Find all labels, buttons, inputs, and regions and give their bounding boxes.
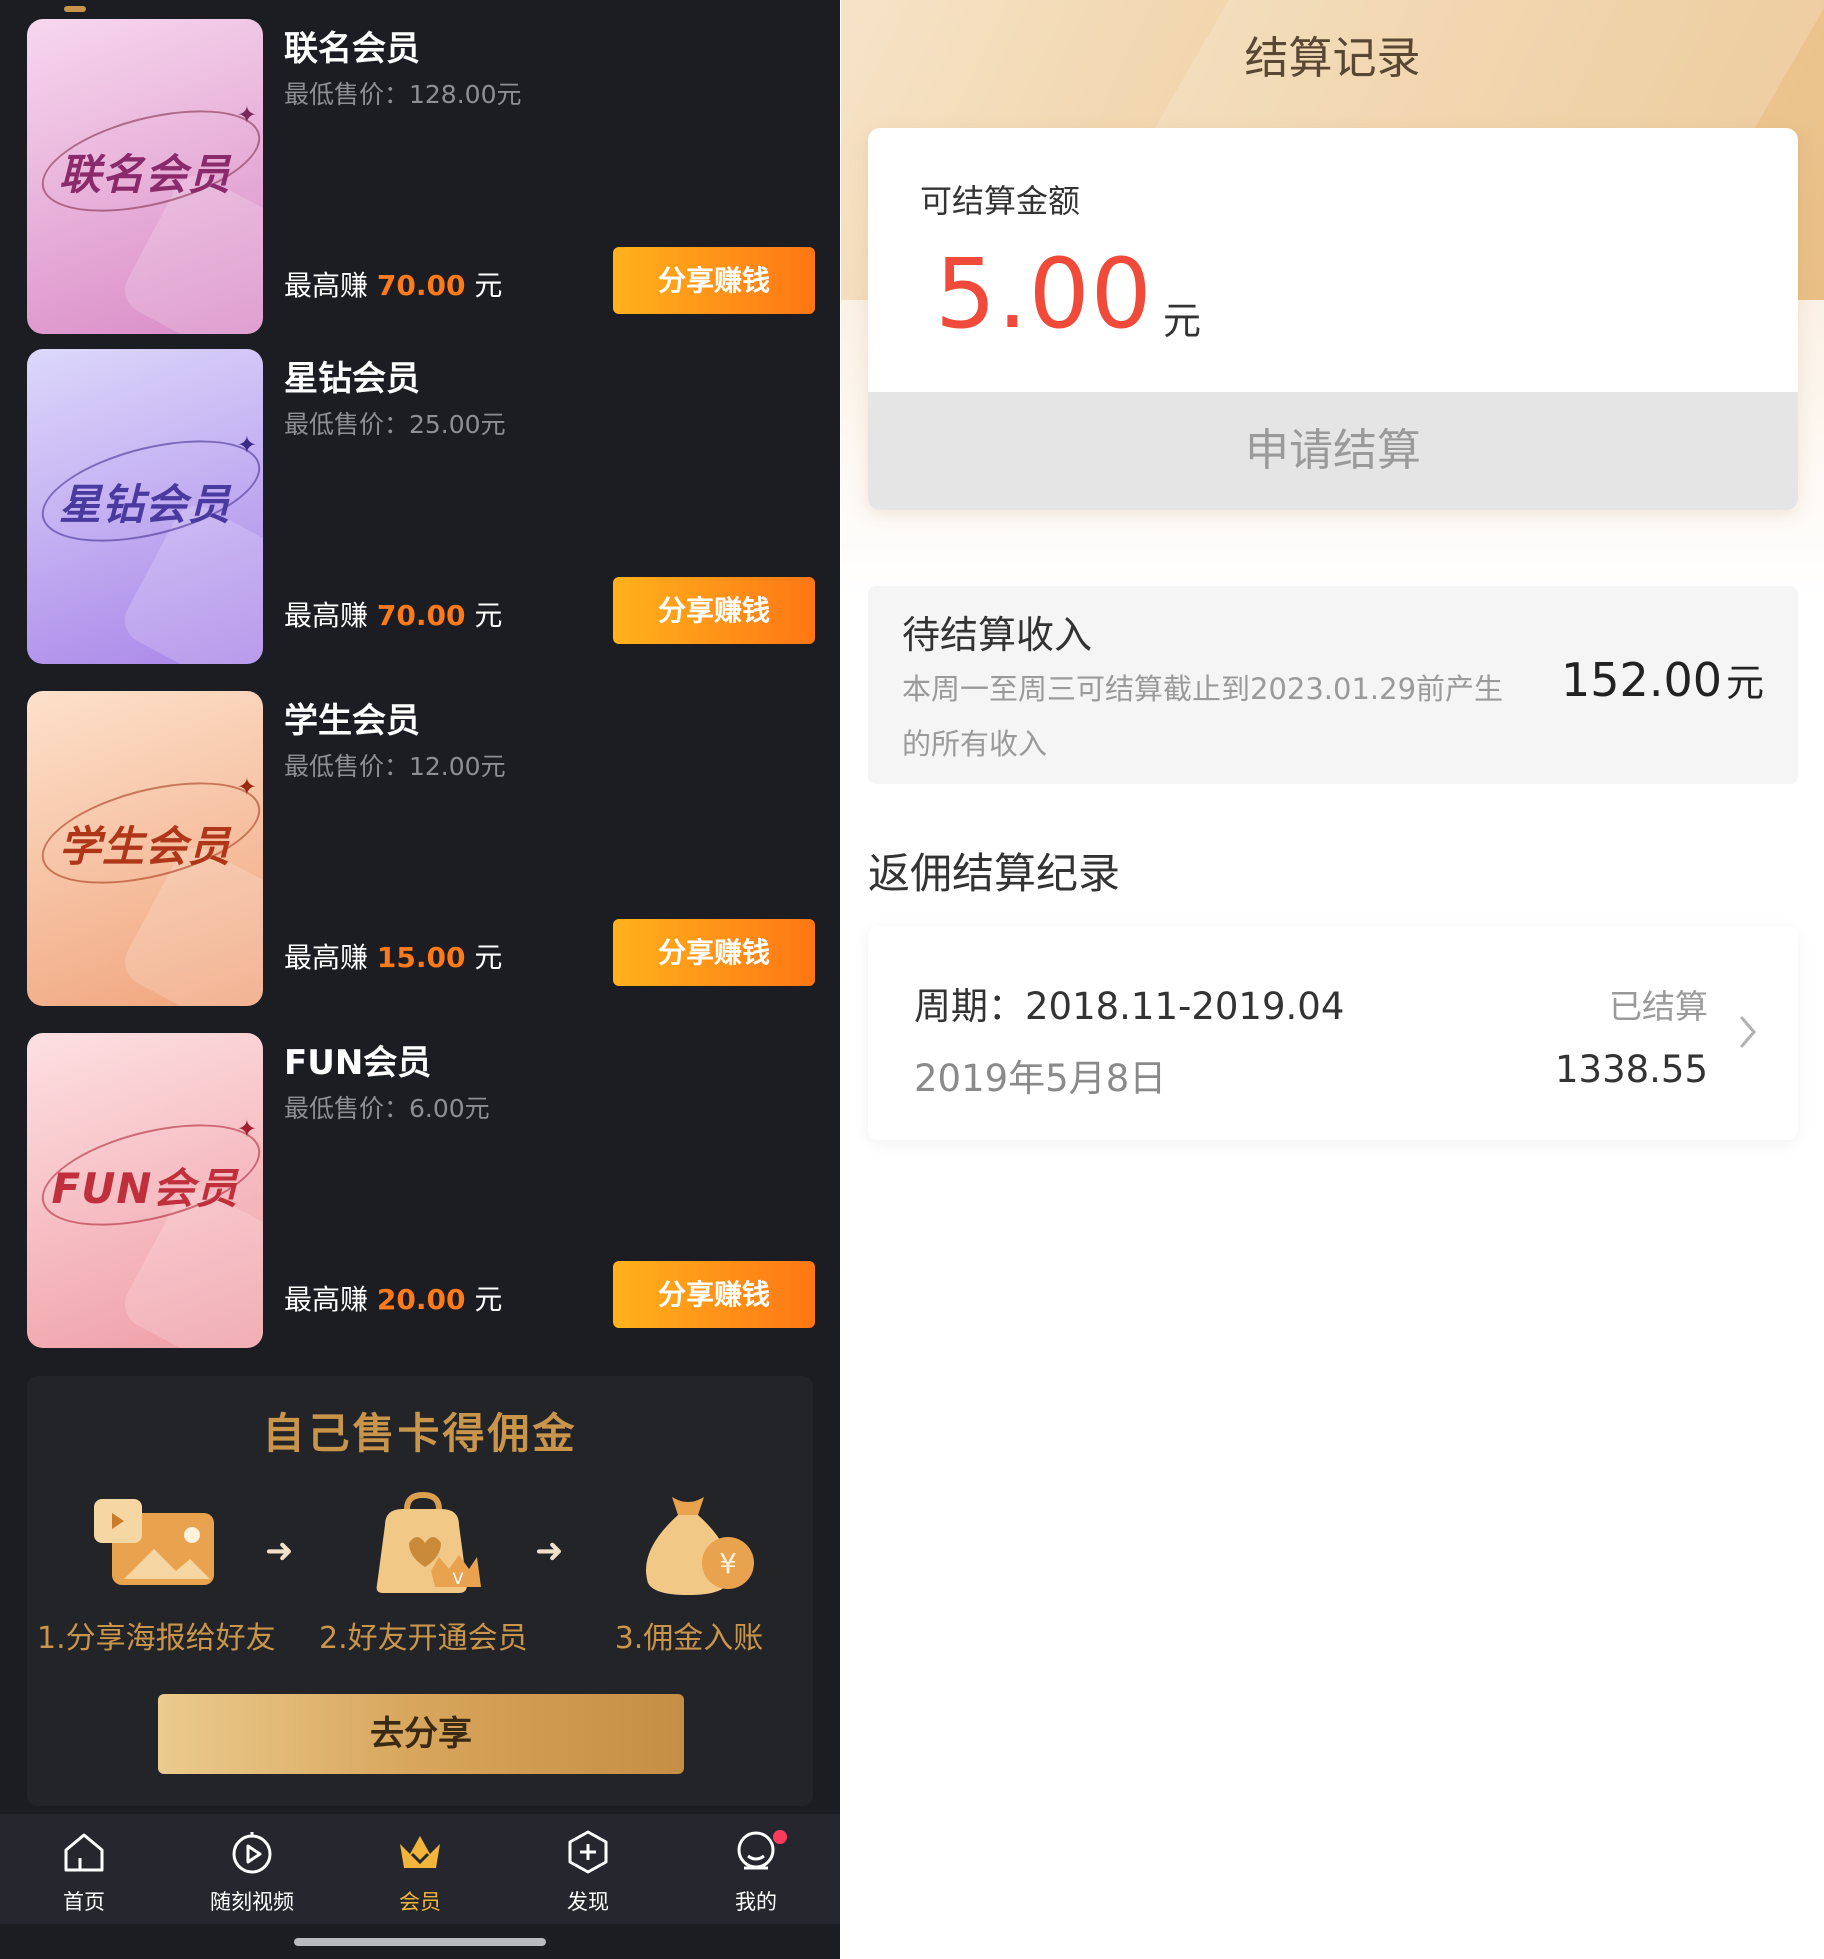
pending-income-card: 待结算收入 本周一至周三可结算截止到2023.01.29前产生的所有收入 152… [868,586,1798,784]
tab-label: 发现 [567,1890,609,1914]
share-earn-button[interactable]: 分享赚钱 [613,577,815,644]
home-indicator[interactable] [294,1938,546,1946]
pending-title: 待结算收入 [902,613,1093,657]
earn-unit: 元 [465,269,503,302]
earn-unit: 元 [465,599,503,632]
member-card-xingzuan: ✦ 星钻会员 星钻会员 最低售价：25.00元 最高赚 70.00 元 分享赚钱 [27,349,815,664]
card-thumbnail: ✦ 联名会员 [27,19,263,334]
go-share-button[interactable]: 去分享 [158,1694,684,1774]
step-label: 3.佣金入账 [614,1621,764,1656]
money-bag-icon: ¥ [646,1497,754,1595]
pending-description: 本周一至周三可结算截止到2023.01.29前产生的所有收入 [902,672,1504,761]
card-name: 联名会员 [284,29,420,69]
member-card-fun: ✦ FUN会员 FUN会员 最低售价：6.00元 最高赚 20.00 元 分享赚… [27,1033,815,1348]
tab-label: 我的 [735,1890,777,1914]
discover-plus-icon [568,1830,608,1874]
notification-dot [773,1830,787,1844]
commission-promo: 自己售卡得佣金 ➜ V ➜ ¥ 1.分享海报给好友 2.好友开通会员 3.佣金入… [27,1376,813,1806]
card-min-price: 最低售价：12.00元 [284,752,506,781]
tab-label: 随刻视频 [210,1890,294,1914]
member-card-lianming: ✦ 联名会员 联名会员 最低售价：128.00元 最高赚 70.00 元 分享赚… [27,19,815,334]
apply-settlement-button[interactable]: 申请结算 [868,392,1798,510]
card-thumbnail: ✦ 学生会员 [27,691,263,1006]
balance-value: 5.00 [935,238,1153,350]
earn-amount: 20.00 [376,1283,466,1316]
share-earn-button[interactable]: 分享赚钱 [613,1261,815,1328]
earn-unit: 元 [465,941,503,974]
arrow-right-icon: ➜ [535,1531,564,1571]
earn-prefix: 最高赚 [284,1283,377,1316]
earn-prefix: 最高赚 [284,599,377,632]
earn-prefix: 最高赚 [284,269,377,302]
record-amount: 1338.55 [1554,1048,1708,1091]
card-max-earn: 最高赚 20.00 元 [284,1278,502,1318]
crown-icon [400,1836,440,1868]
scroll-indicator [64,6,86,12]
step-label: 1.分享海报给好友 [37,1621,276,1656]
chevron-right-icon [1740,1016,1756,1048]
sparkle-icon: ✦ [236,101,257,129]
poster-share-icon [94,1499,214,1585]
card-min-price: 最低售价：128.00元 [284,80,522,109]
thumbnail-title: 联名会员 [58,150,231,199]
page-title: 结算记录 [1244,33,1421,84]
card-name: 学生会员 [284,701,420,741]
earn-amount: 70.00 [376,599,466,632]
card-max-earn: 最高赚 70.00 元 [284,264,502,304]
records-section-title: 返佣结算纪录 [868,849,1121,898]
settlement-panel: 结算记录 可结算金额 5.00 元 申请结算 待结算收入 本周一至周三可结算截止… [841,0,1824,1959]
card-min-price: 最低售价：25.00元 [284,410,506,439]
svg-text:V: V [453,1569,464,1588]
pending-amount-unit: 元 [1725,661,1764,705]
member-card-student: ✦ 学生会员 学生会员 最低售价：12.00元 最高赚 15.00 元 分享赚钱 [27,691,815,1006]
tab-discover[interactable]: 发现 [533,1828,643,1918]
promo-title: 自己售卡得佣金 [262,1409,578,1458]
card-thumbnail: ✦ 星钻会员 [27,349,263,664]
share-earn-button[interactable]: 分享赚钱 [613,247,815,314]
earn-prefix: 最高赚 [284,941,377,974]
balance-card: 可结算金额 5.00 元 申请结算 [868,128,1798,510]
svg-text:¥: ¥ [719,1547,737,1580]
bottom-tab-bar: 首页 随刻视频 会员 发现 我的 [0,1814,840,1924]
tab-label: 首页 [63,1890,105,1914]
tab-home[interactable]: 首页 [29,1828,139,1918]
card-max-earn: 最高赚 70.00 元 [284,594,502,634]
card-name: FUN会员 [284,1043,432,1083]
card-max-earn: 最高赚 15.00 元 [284,936,502,976]
sparkle-icon: ✦ [236,773,257,801]
thumbnail-title: FUN会员 [51,1164,239,1213]
thumbnail-title: 星钻会员 [58,480,231,529]
card-name: 星钻会员 [284,359,420,399]
sparkle-icon: ✦ [236,1115,257,1143]
card-min-price: 最低售价：6.00元 [284,1094,490,1123]
earn-amount: 15.00 [376,941,466,974]
share-earn-button[interactable]: 分享赚钱 [613,919,815,986]
member-bag-icon: V [376,1491,481,1593]
membership-panel: ✦ 联名会员 联名会员 最低售价：128.00元 最高赚 70.00 元 分享赚… [0,0,840,1959]
settlement-record-row[interactable]: 周期：2018.11-2019.04 2019年5月8日 已结算 1338.55 [868,926,1798,1140]
tab-label: 会员 [399,1890,441,1914]
tab-member[interactable]: 会员 [365,1828,475,1918]
arrow-right-icon: ➜ [265,1531,294,1571]
earn-amount: 70.00 [376,269,466,302]
balance-unit: 元 [1163,299,1202,343]
earn-unit: 元 [465,1283,503,1316]
pending-amount-value: 152.00 [1561,653,1722,707]
step-label: 2.好友开通会员 [319,1621,528,1656]
thumbnail-title: 学生会员 [58,822,231,871]
record-status: 已结算 [1609,987,1708,1026]
pending-amount: 152.00 元 [1561,652,1764,707]
record-period: 周期：2018.11-2019.04 [914,985,1345,1028]
balance-label: 可结算金额 [920,182,1081,220]
sparkle-icon: ✦ [236,431,257,459]
video-play-icon [232,1832,272,1874]
home-icon [64,1833,104,1872]
record-date: 2019年5月8日 [914,1057,1167,1100]
tab-mine[interactable]: 我的 [701,1828,811,1918]
card-thumbnail: ✦ FUN会员 [27,1033,263,1348]
tab-video[interactable]: 随刻视频 [197,1828,307,1918]
